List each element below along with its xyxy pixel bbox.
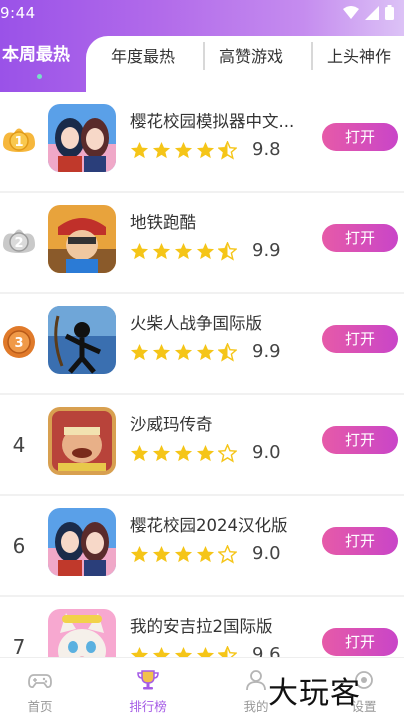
trophy-icon <box>137 670 159 690</box>
rating-stars <box>130 343 237 363</box>
star-full-icon <box>130 141 149 159</box>
open-button[interactable]: 打开 <box>322 628 398 656</box>
star-full-icon <box>130 646 149 657</box>
app-score: 9.8 <box>252 139 281 160</box>
rank-number: 4 <box>12 433 26 457</box>
star-full-icon <box>196 343 215 361</box>
rating-stars <box>130 444 237 464</box>
app-name[interactable]: 我的安吉拉2国际版 <box>130 613 320 637</box>
app-name[interactable]: 樱花校园模拟器中文... <box>130 108 320 132</box>
status-time: 9:44 <box>0 4 36 22</box>
open-button[interactable]: 打开 <box>322 224 398 252</box>
list-item[interactable]: 6 樱花校园2024汉化版 9.0 打开 <box>0 496 404 597</box>
status-bar: 9:44 <box>0 0 404 26</box>
star-full-icon <box>130 545 149 563</box>
app-name[interactable]: 地铁跑酷 <box>130 209 320 233</box>
star-full-icon <box>174 242 193 260</box>
rating-stars <box>130 242 237 262</box>
star-full-icon <box>174 444 193 462</box>
nav-label-ranking: 排行榜 <box>129 699 167 714</box>
list-item[interactable]: 2 地铁跑酷 9.9 打开 <box>0 193 404 294</box>
star-full-icon <box>130 343 149 361</box>
star-full-icon <box>174 646 193 657</box>
ranking-list[interactable]: 1 樱花校园模拟器中文... 9.8 打开 2 地铁跑酷 9.9 打开 3 火柴… <box>0 92 404 657</box>
wifi-icon <box>343 5 359 19</box>
app-icon-my-angela-2[interactable] <box>48 609 116 657</box>
star-full-icon <box>152 242 171 260</box>
gamepad-icon <box>28 674 52 689</box>
star-full-icon <box>174 141 193 159</box>
list-item[interactable]: 7 我的安吉拉2国际版 9.6 打开 <box>0 597 404 657</box>
app-icon-sakura-school-2024[interactable] <box>48 508 116 576</box>
star-half-icon <box>218 141 237 160</box>
star-full-icon <box>196 646 215 657</box>
app-score: 9.9 <box>252 240 281 261</box>
tab-divider <box>311 42 313 70</box>
star-empty-icon <box>218 545 237 564</box>
user-icon <box>246 670 266 691</box>
open-button[interactable]: 打开 <box>322 123 398 151</box>
svg-text:1: 1 <box>14 135 23 150</box>
app-name[interactable]: 火柴人战争国际版 <box>130 310 320 334</box>
gold-medal-icon: 1 <box>3 128 35 152</box>
open-button[interactable]: 打开 <box>322 325 398 353</box>
rating-stars <box>130 646 237 657</box>
rating-stars <box>130 141 237 161</box>
watermark-logo: 大玩客 <box>268 676 361 711</box>
star-full-icon <box>152 343 171 361</box>
app-icon-sakura-school[interactable] <box>48 104 116 172</box>
star-half-icon <box>218 646 237 657</box>
nav-ranking[interactable]: 排行榜 <box>108 658 188 720</box>
star-full-icon <box>152 646 171 657</box>
silver-medal-icon: 2 <box>3 229 35 253</box>
tab-divider <box>203 42 205 70</box>
tab-top-rated[interactable]: 高赞游戏 <box>219 44 283 70</box>
star-empty-icon <box>218 444 237 463</box>
open-button[interactable]: 打开 <box>322 426 398 454</box>
star-full-icon <box>152 141 171 159</box>
app-name[interactable]: 沙威玛传奇 <box>130 411 320 435</box>
star-full-icon <box>152 545 171 563</box>
app-score: 9.0 <box>252 543 281 564</box>
app-icon-subway-surfers[interactable] <box>48 205 116 273</box>
svg-text:2: 2 <box>14 236 23 251</box>
star-half-icon <box>218 343 237 362</box>
star-full-icon <box>196 141 215 159</box>
app-score: 9.6 <box>252 644 281 657</box>
star-half-icon <box>218 242 237 261</box>
star-full-icon <box>130 242 149 260</box>
star-full-icon <box>196 545 215 563</box>
star-full-icon <box>196 242 215 260</box>
tab-addictive[interactable]: 上头神作 <box>327 44 391 70</box>
tab-weekly-hot[interactable]: 本周最热 <box>0 40 100 80</box>
tab-yearly-hot[interactable]: 年度最热 <box>111 44 175 70</box>
open-button[interactable]: 打开 <box>322 527 398 555</box>
active-tab-indicator <box>37 74 42 79</box>
app-name[interactable]: 樱花校园2024汉化版 <box>130 512 320 536</box>
rating-stars <box>130 545 237 565</box>
star-full-icon <box>152 444 171 462</box>
list-item[interactable]: 1 樱花校园模拟器中文... 9.8 打开 <box>0 92 404 193</box>
svg-text:3: 3 <box>14 336 23 351</box>
app-icon-stick-war[interactable] <box>48 306 116 374</box>
battery-icon <box>385 5 394 20</box>
app-score: 9.9 <box>252 341 281 362</box>
list-item[interactable]: 4 沙威玛传奇 9.0 打开 <box>0 395 404 496</box>
star-full-icon <box>130 444 149 462</box>
bronze-medal-icon: 3 <box>3 326 35 358</box>
rank-number: 7 <box>12 635 26 657</box>
app-score: 9.0 <box>252 442 281 463</box>
app-icon-shawarma-legend[interactable] <box>48 407 116 475</box>
signal-icon <box>365 5 379 20</box>
list-item[interactable]: 3 火柴人战争国际版 9.9 打开 <box>0 294 404 395</box>
star-full-icon <box>174 343 193 361</box>
star-full-icon <box>174 545 193 563</box>
rank-number: 6 <box>12 534 26 558</box>
status-icons <box>343 5 394 20</box>
nav-home[interactable]: 首页 <box>0 658 80 720</box>
nav-label-home: 首页 <box>27 699 53 714</box>
star-full-icon <box>196 444 215 462</box>
